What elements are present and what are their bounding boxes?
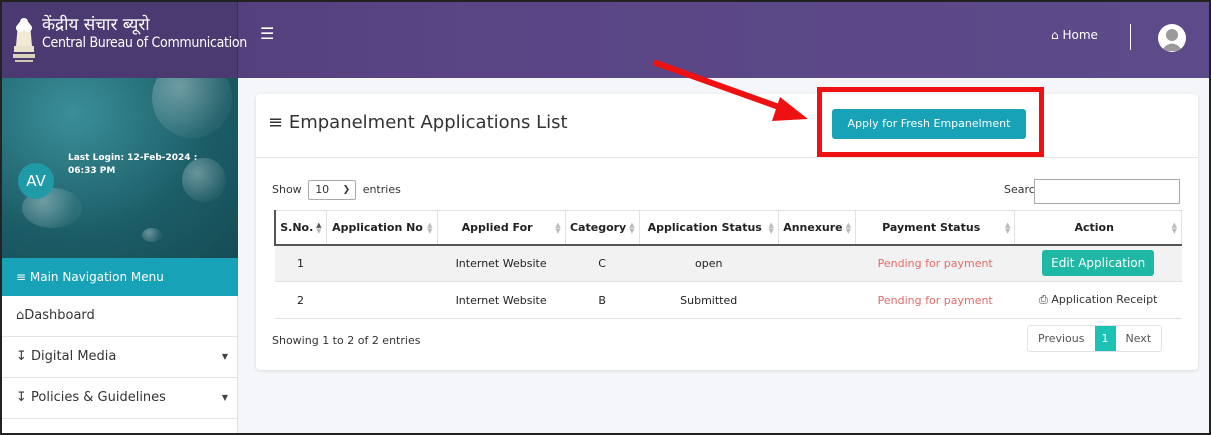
cell-applied-for: Internet Website (437, 244, 566, 282)
sort-icon: ▲ ▼ (629, 221, 635, 235)
sidebar: AV Last Login: 12-Feb-2024 : 06:33 PM ≡ … (2, 78, 238, 433)
cell-annexure (778, 281, 856, 319)
next-page-button[interactable]: Next (1116, 326, 1162, 351)
sidebar-item-digital-media[interactable]: ↧ Digital Media ▼ (2, 337, 238, 378)
main-nav-label: Main Navigation Menu (29, 270, 164, 284)
table-row: 2 Internet Website B Submitted Pending f… (275, 281, 1182, 319)
sort-icon: ▲ ▼ (316, 221, 322, 235)
header-label: Application No (332, 220, 423, 234)
sort-icon: ▲ ▼ (427, 221, 433, 235)
user-avatar-icon[interactable] (1158, 24, 1186, 52)
search-input[interactable] (1034, 179, 1180, 204)
cell-application-status: Submitted (639, 281, 779, 319)
edit-application-button[interactable]: Edit Application (1042, 250, 1155, 277)
sidebar-item-dashboard[interactable]: ⌂Dashboard (2, 296, 238, 337)
national-emblem-icon (13, 18, 35, 62)
header-label: Applied For (461, 220, 533, 234)
table-info: Showing 1 to 2 of 2 entries (272, 334, 421, 347)
entries-length-control: Show 10 ❯ entries (272, 180, 401, 200)
cell-payment-status: Pending for payment (855, 244, 1015, 282)
annotation-arrow-icon (653, 60, 808, 121)
brand-name-hindi: केंद्रीय संचार ब्यूरो (42, 15, 150, 35)
cell-action: ⎙ Application Receipt (1014, 281, 1182, 319)
caret-down-icon: ▼ (221, 352, 228, 361)
applications-table: S.No. ▲ ▼ Application No ▲ ▼ Applied For ▲ ▼ C… (274, 210, 1182, 319)
main-navigation-header: ≡ Main Navigation Menu (2, 258, 238, 296)
cell-action: Edit Application (1014, 244, 1182, 282)
cell-application-no (326, 281, 437, 319)
receipt-label: Application Receipt (1051, 293, 1158, 306)
page-title: ≡ Empanelment Applications List (268, 112, 568, 133)
cell-category: C (565, 244, 640, 282)
previous-page-button[interactable]: Previous (1028, 326, 1095, 351)
cell-annexure (778, 244, 856, 282)
cell-category: B (565, 281, 640, 319)
table-row: 1 Internet Website C open Pending for pa… (275, 244, 1182, 282)
column-header-applied-for[interactable]: Applied For ▲ ▼ (436, 210, 566, 246)
entries-select[interactable]: 10 ❯ (308, 180, 357, 200)
home-icon: ⌂ (1051, 28, 1059, 42)
column-header-application-status[interactable]: Application Status ▲ ▼ (638, 210, 779, 246)
header-label: S.No. (280, 220, 314, 234)
show-label: Show (272, 183, 302, 196)
list-icon: ≡ (16, 270, 27, 284)
sort-icon: ▲ ▼ (1171, 221, 1177, 235)
sidebar-item-label: Digital Media (31, 349, 117, 364)
home-link[interactable]: ⌂ Home (1051, 28, 1098, 42)
sort-icon: ▲ ▼ (555, 221, 561, 235)
sort-icon: ▲ ▼ (845, 221, 851, 235)
brand-block[interactable]: केंद्रीय संचार ब्यूरो Central Bureau of … (2, 2, 247, 78)
applications-card: ≡ Empanelment Applications List Apply fo… (256, 94, 1198, 370)
page-title-text: Empanelment Applications List (288, 112, 568, 133)
cell-sno: 2 (275, 281, 326, 319)
page-1-button[interactable]: 1 (1094, 326, 1116, 351)
column-header-sno[interactable]: S.No. ▲ ▼ (274, 210, 327, 246)
arrow-down-icon: ↧ (16, 390, 27, 405)
column-header-annexure[interactable]: Annexure ▲ ▼ (777, 210, 856, 246)
application-receipt-link[interactable]: ⎙ Application Receipt (1039, 293, 1157, 306)
last-login-text: Last Login: 12-Feb-2024 : 06:33 PM (68, 153, 198, 176)
decor-bubble (152, 78, 232, 138)
decor-bubble (142, 228, 162, 242)
entries-label: entries (362, 183, 401, 196)
caret-down-icon: ▼ (221, 393, 228, 402)
column-header-action[interactable]: Action ▲ ▼ (1014, 210, 1182, 246)
pagination: Previous 1 Next (1027, 325, 1163, 352)
page-frame: केंद्रीय संचार ब्यूरो Central Bureau of … (0, 0, 1211, 435)
brand-name-english: Central Bureau of Communication (42, 35, 247, 51)
column-header-category[interactable]: Category ▲ ▼ (564, 210, 640, 246)
user-initials-avatar: AV (18, 163, 54, 199)
arrow-down-icon: ↧ (16, 349, 27, 364)
cell-application-no (326, 244, 437, 282)
home-label: Home (1062, 28, 1098, 42)
sidebar-item-label: Dashboard (24, 308, 95, 323)
user-panel: AV Last Login: 12-Feb-2024 : 06:33 PM (2, 78, 238, 258)
column-header-payment-status[interactable]: Payment Status ▲ ▼ (854, 210, 1016, 246)
cell-payment-status: Pending for payment (855, 281, 1015, 319)
hamburger-icon[interactable]: ☰ (260, 26, 274, 42)
header-label: Application Status (647, 220, 762, 234)
list-ol-icon: ≡ (268, 112, 284, 133)
header-label: Action (1074, 220, 1114, 234)
top-header: केंद्रीय संचार ब्यूरो Central Bureau of … (2, 2, 1209, 78)
print-icon: ⎙ (1039, 293, 1048, 306)
cell-sno: 1 (275, 244, 326, 282)
chevron-down-icon: ❯ (342, 185, 351, 195)
cell-application-status: open (639, 244, 779, 282)
sidebar-item-label: Policies & Guidelines (31, 390, 166, 405)
header-divider (1130, 24, 1131, 50)
column-header-application-no[interactable]: Application No ▲ ▼ (325, 210, 438, 246)
cell-applied-for: Internet Website (437, 281, 566, 319)
sidebar-item-policies[interactable]: ↧ Policies & Guidelines ▼ (2, 378, 238, 419)
highlight-box (817, 87, 1044, 157)
header-label: Payment Status (882, 220, 981, 234)
table-header-row: S.No. ▲ ▼ Application No ▲ ▼ Applied For ▲ ▼ C… (274, 210, 1182, 246)
sort-icon: ▲ ▼ (768, 221, 774, 235)
entries-value: 10 (315, 183, 330, 196)
header-label: Category (569, 220, 627, 234)
sort-icon: ▲ ▼ (1005, 221, 1011, 235)
header-label: Annexure (783, 220, 843, 234)
